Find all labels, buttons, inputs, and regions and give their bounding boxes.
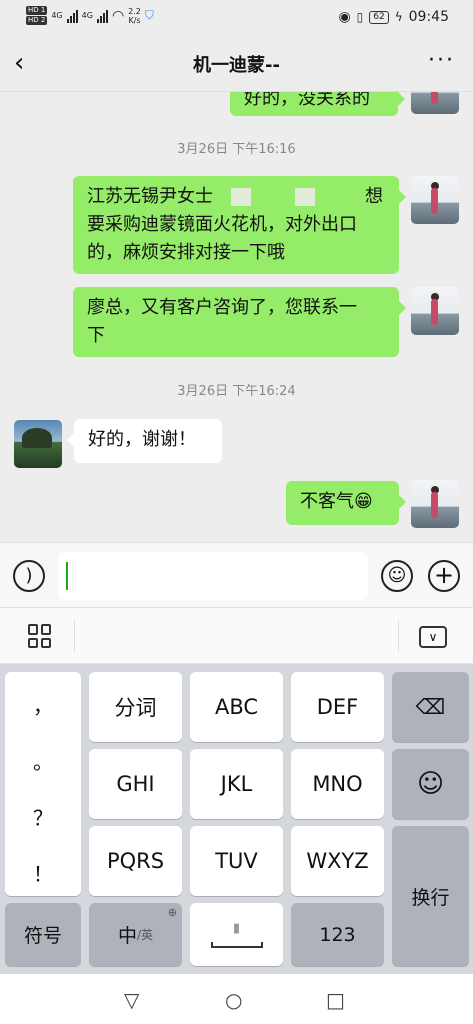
- network-type-2: 4G: [81, 11, 93, 20]
- network-type-1: 4G: [51, 11, 63, 20]
- language-switch-key[interactable]: 中/英 ⊕: [89, 903, 182, 966]
- timestamp: 3月26日 下午16:24: [177, 384, 296, 399]
- clock: 09:45: [408, 9, 449, 25]
- timestamp: 3月26日 下午16:16: [177, 142, 296, 157]
- more-options-icon[interactable]: ···: [428, 48, 455, 73]
- keyboard-collapse-icon[interactable]: ∨: [419, 626, 447, 648]
- key-wxyz[interactable]: WXYZ: [291, 826, 384, 896]
- status-left: HD 1 HD 2 4G 4G ◠ 2.2 K/s ⛉: [26, 6, 154, 25]
- punct-comma[interactable]: ，: [5, 690, 81, 719]
- keyboard-toolbar: ∨: [0, 608, 473, 664]
- space-key[interactable]: ▮: [190, 903, 283, 966]
- message-text: 好的，谢谢！: [88, 429, 196, 450]
- charging-icon: ϟ: [394, 10, 403, 24]
- message-bubble-sent[interactable]: 不客气😁: [286, 481, 406, 525]
- vibrate-icon: ▯: [356, 10, 364, 24]
- message-list: 好的，没关系的 3月26日 下午16:16 江苏无锡尹女士想 要采购迪蒙镜面火花…: [0, 92, 473, 542]
- punct-period[interactable]: 。: [5, 746, 81, 775]
- message-line: 的，麻烦安排对接一下哦: [87, 242, 285, 263]
- sim1-badge: HD 1: [26, 6, 48, 15]
- text-caret: [66, 562, 68, 590]
- message-bubble-sent[interactable]: 好的，没关系的: [230, 92, 405, 116]
- battery-indicator: 62: [369, 10, 389, 24]
- emoji-icon[interactable]: ☺: [392, 749, 469, 819]
- input-bar: ) ☺ +: [0, 542, 473, 608]
- globe-icon: ⊕: [167, 906, 177, 919]
- message-bubble-received[interactable]: 好的，谢谢！: [67, 419, 222, 463]
- punctuation-column[interactable]: ， 。 ？ ！: [5, 672, 81, 896]
- enter-key[interactable]: 换行: [392, 826, 469, 966]
- toolbar-divider: [74, 620, 75, 652]
- lang-main: 中: [117, 925, 137, 947]
- space-bar-icon: [210, 942, 263, 948]
- message-input[interactable]: [58, 552, 368, 600]
- punct-exclaim[interactable]: ！: [5, 858, 81, 887]
- avatar-me[interactable]: [411, 92, 459, 114]
- sim-indicators: HD 1 HD 2: [26, 6, 48, 25]
- message-bubble-sent[interactable]: 江苏无锡尹女士想 要采购迪蒙镜面火花机，对外出口 的，麻烦安排对接一下哦: [73, 176, 406, 274]
- key-mno[interactable]: MNO: [291, 749, 384, 819]
- keyboard: ， 。 ？ ！ 分词 ABC DEF ⌫ GHI JKL MNO ☺ PQRS …: [0, 664, 473, 974]
- message-line: 江苏无锡尹女士想: [87, 186, 383, 207]
- toolbar-divider: [398, 620, 399, 652]
- message-line: 要采购迪蒙镜面火花机，对外出口: [87, 214, 357, 235]
- key-tuv[interactable]: TUV: [190, 826, 283, 896]
- avatar-me[interactable]: [411, 176, 459, 224]
- status-bar: HD 1 HD 2 4G 4G ◠ 2.2 K/s ⛉ ◉ ▯ 62 ϟ 09:4…: [0, 0, 473, 36]
- key-ghi[interactable]: GHI: [89, 749, 182, 819]
- numbers-key[interactable]: 123: [291, 903, 384, 966]
- wifi-icon: ◠: [111, 7, 125, 24]
- key-jkl[interactable]: JKL: [190, 749, 283, 819]
- symbols-key[interactable]: 符号: [5, 903, 81, 966]
- nav-home-icon[interactable]: ○: [225, 988, 242, 1012]
- key-segment[interactable]: 分词: [89, 672, 182, 742]
- message-text: 不客气😁: [300, 491, 373, 512]
- plus-icon[interactable]: +: [428, 560, 460, 592]
- message-line: 廖总，又有客户咨询了，您联系一: [87, 297, 357, 318]
- shield-icon: ⛉: [144, 8, 154, 22]
- key-abc[interactable]: ABC: [190, 672, 283, 742]
- chat-header: ‹ 机一迪蒙-- ···: [0, 36, 473, 92]
- key-def[interactable]: DEF: [291, 672, 384, 742]
- signal-icon-2: [96, 9, 108, 23]
- eye-icon: ◉: [338, 9, 351, 25]
- grid-icon[interactable]: [28, 624, 52, 648]
- net-speed: 2.2 K/s: [128, 6, 141, 25]
- avatar-contact[interactable]: [14, 420, 62, 468]
- emoji-icon[interactable]: ☺: [381, 560, 413, 592]
- microphone-icon: ▮: [232, 921, 241, 936]
- message-line: 下: [87, 325, 105, 346]
- sim2-badge: HD 2: [26, 16, 48, 25]
- avatar-me[interactable]: [411, 287, 459, 335]
- nav-back-icon[interactable]: ▽: [124, 988, 139, 1012]
- voice-icon[interactable]: ): [13, 560, 45, 592]
- lang-alt: /英: [136, 928, 154, 942]
- status-right: ◉ ▯ 62 ϟ 09:45: [338, 9, 449, 25]
- backspace-icon[interactable]: ⌫: [392, 672, 469, 742]
- chat-title: 机一迪蒙--: [193, 55, 280, 76]
- message-bubble-sent[interactable]: 廖总，又有客户咨询了，您联系一 下: [73, 287, 406, 357]
- nav-recents-icon[interactable]: □: [326, 988, 345, 1012]
- key-pqrs[interactable]: PQRS: [89, 826, 182, 896]
- system-nav-bar: ▽ ○ □: [0, 974, 473, 1024]
- avatar-me[interactable]: [411, 480, 459, 528]
- punct-question[interactable]: ？: [5, 802, 81, 831]
- message-text: 好的，没关系的: [244, 92, 370, 109]
- signal-icon: [66, 9, 78, 23]
